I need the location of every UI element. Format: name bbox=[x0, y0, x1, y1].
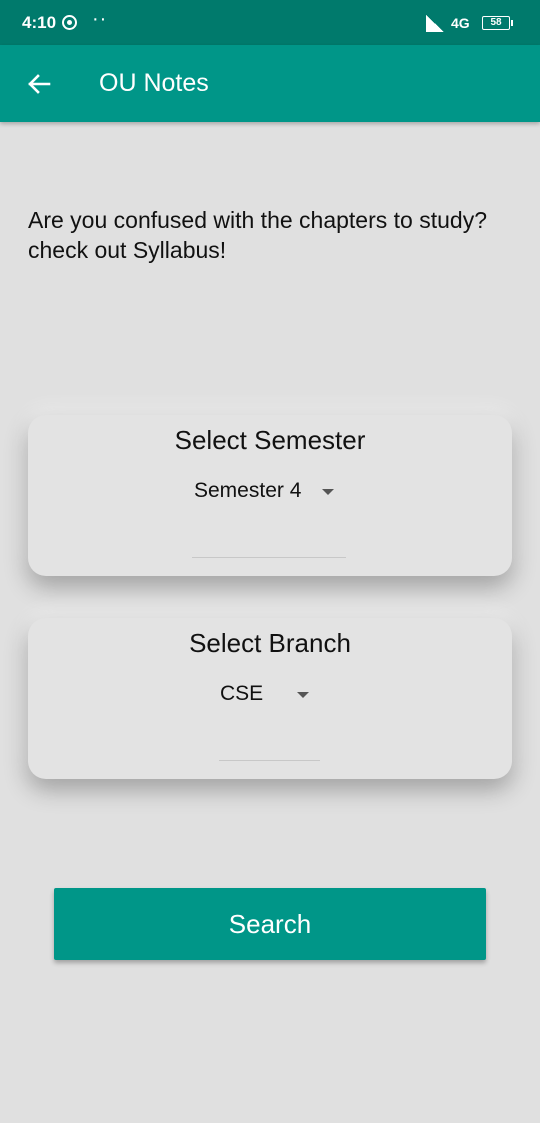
app-title: OU Notes bbox=[99, 69, 209, 97]
branch-spinner[interactable]: CSE bbox=[220, 680, 320, 710]
battery-icon: 58 bbox=[482, 16, 513, 30]
network-type: 4G bbox=[451, 15, 470, 31]
status-bar: 4:10 ·· 4G 58 bbox=[0, 0, 540, 45]
branch-card-title: Select Branch bbox=[189, 628, 351, 658]
back-button[interactable] bbox=[18, 63, 60, 105]
branch-card: Select Branch CSE bbox=[28, 618, 512, 779]
signal-icon bbox=[426, 15, 444, 32]
branch-selected-value: CSE bbox=[220, 682, 264, 705]
more-notifications-icon: ·· bbox=[92, 8, 108, 30]
app-bar: OU Notes bbox=[0, 45, 540, 122]
notification-icon bbox=[62, 15, 77, 30]
semester-selected-value: Semester 4 bbox=[194, 479, 302, 502]
intro-text: Are you confused with the chapters to st… bbox=[28, 207, 487, 263]
status-time: 4:10 bbox=[22, 13, 57, 32]
semester-card-title: Select Semester bbox=[174, 425, 366, 455]
dropdown-arrow-icon bbox=[322, 489, 334, 495]
semester-card: Select Semester Semester 4 bbox=[28, 415, 512, 576]
search-button[interactable]: Search bbox=[54, 888, 486, 960]
arrow-back-icon bbox=[28, 74, 51, 94]
branch-spinner-underline bbox=[219, 760, 320, 761]
dropdown-arrow-icon bbox=[297, 692, 309, 698]
semester-spinner-underline bbox=[192, 557, 346, 558]
semester-spinner[interactable]: Semester 4 bbox=[194, 477, 344, 507]
